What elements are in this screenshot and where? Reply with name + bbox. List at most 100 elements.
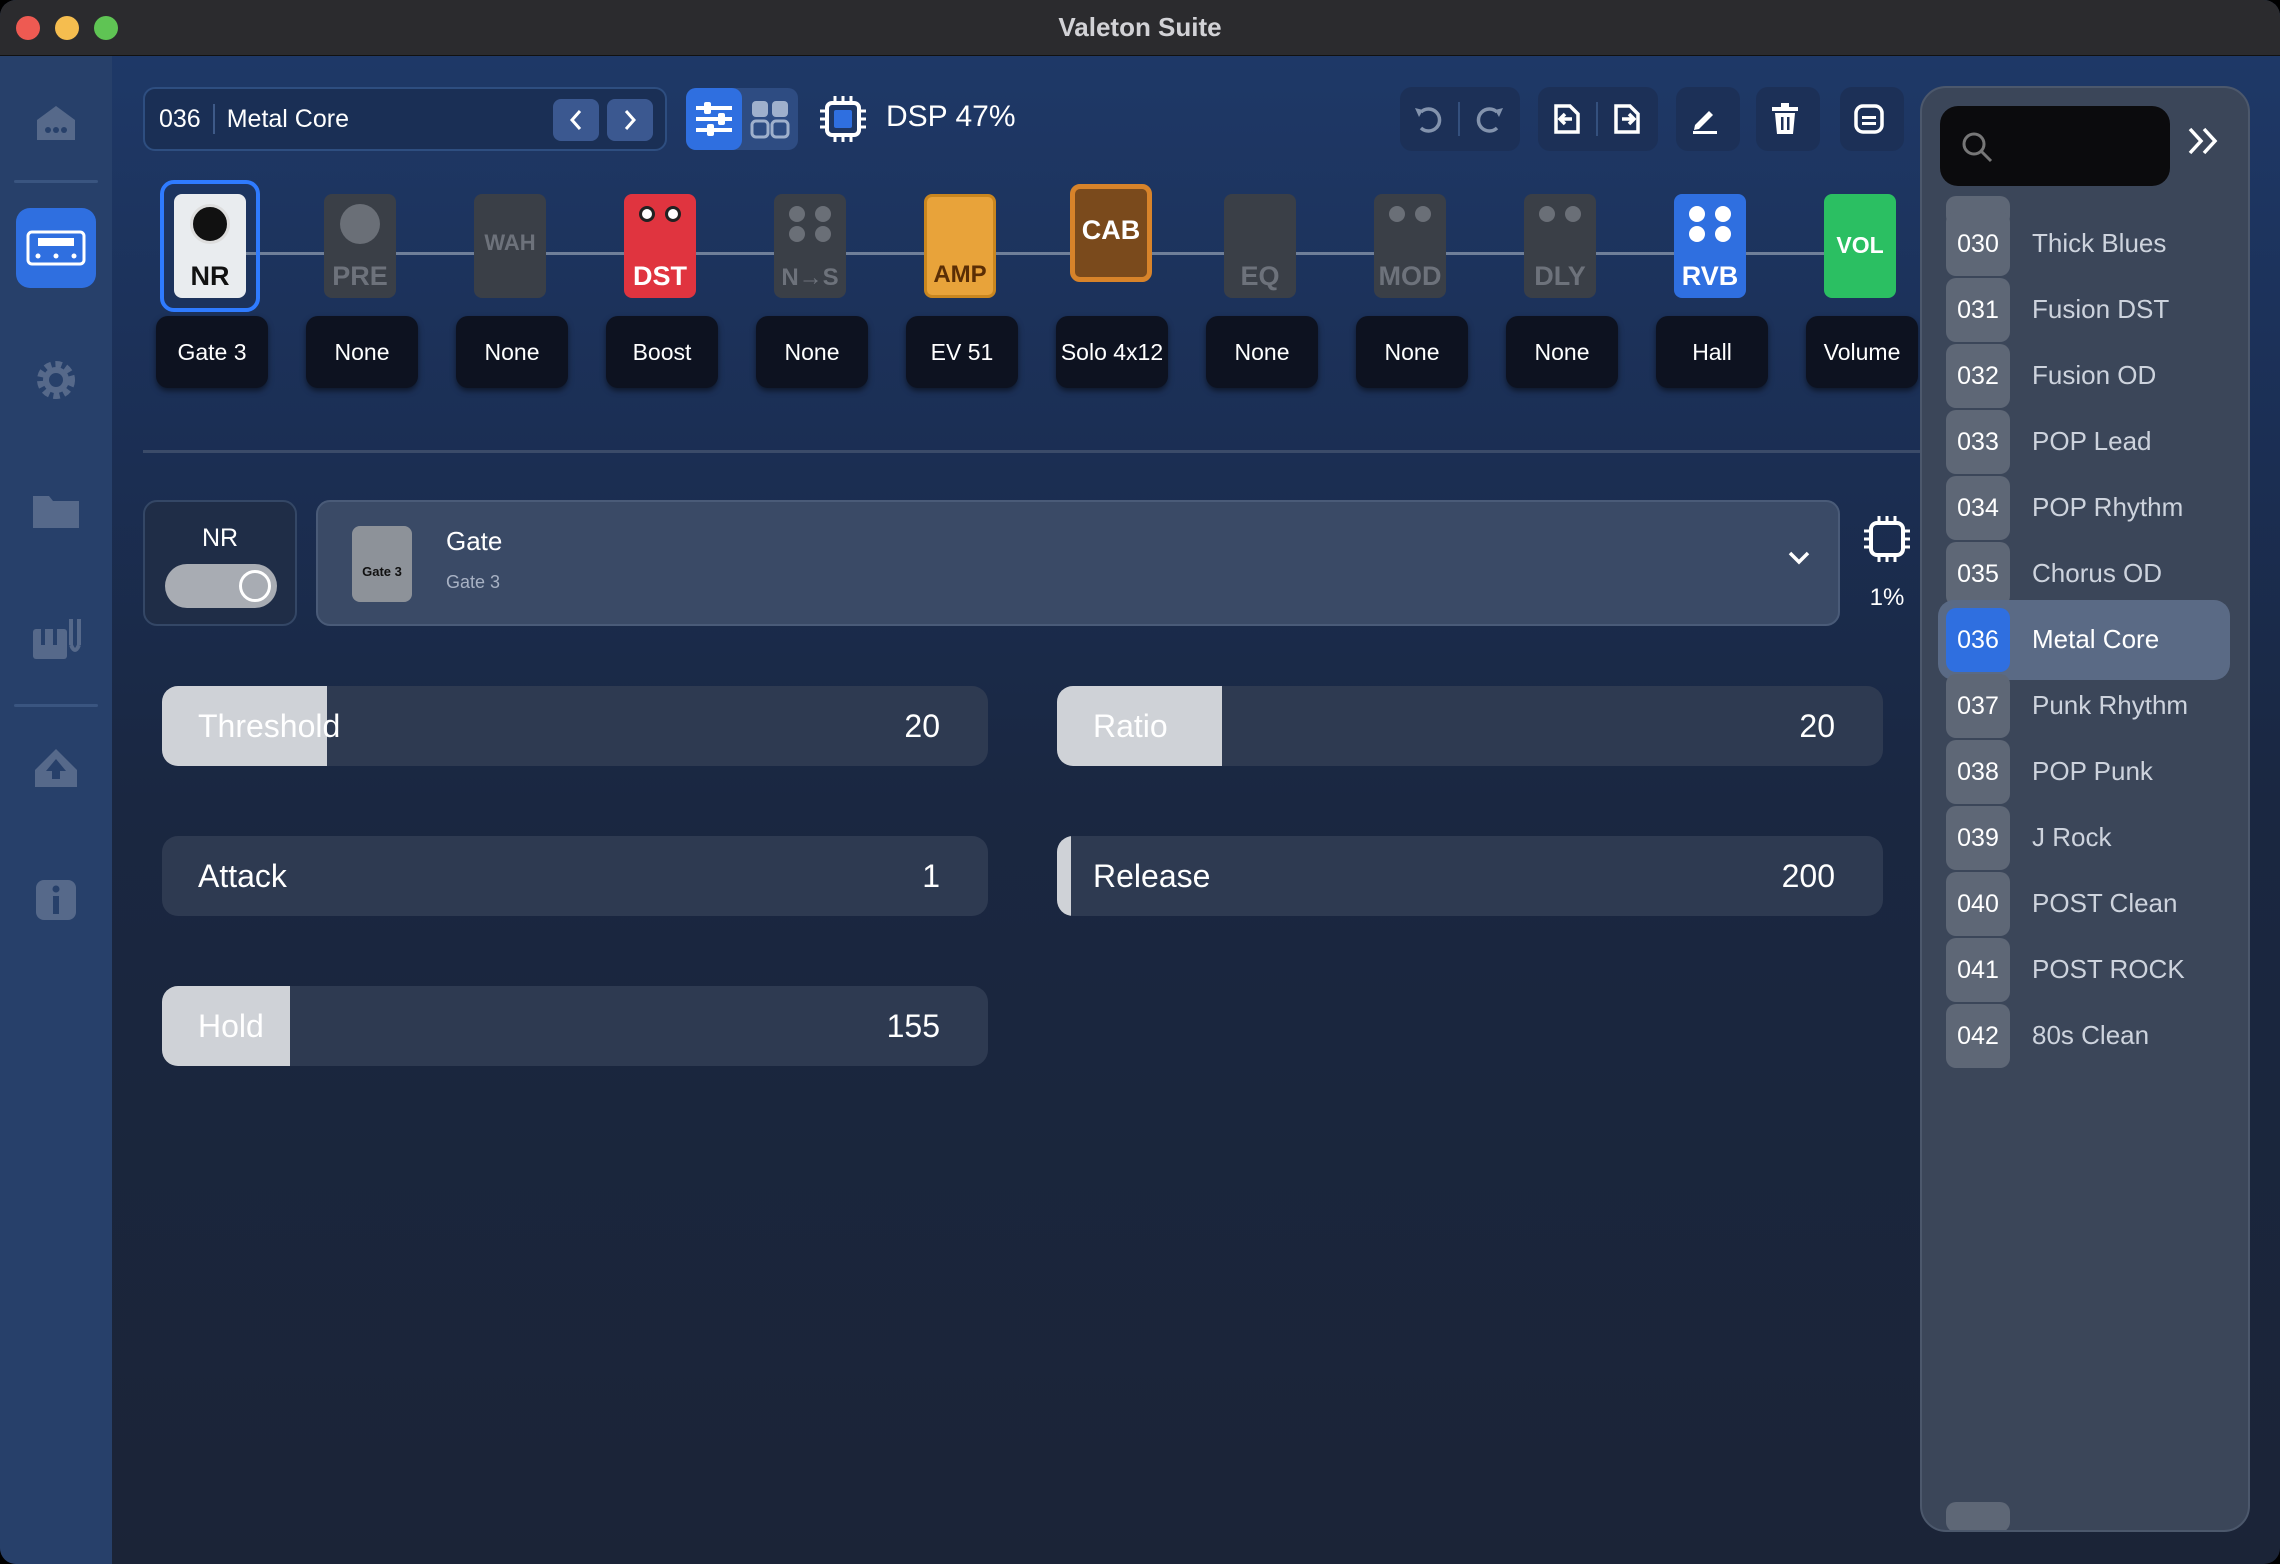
delete-button[interactable] <box>1756 87 1814 151</box>
preset-selector[interactable]: 036 Metal Core <box>143 87 667 151</box>
grid-icon <box>750 101 790 139</box>
sliders-icon <box>696 102 732 136</box>
undo-button[interactable] <box>1400 87 1458 151</box>
slider-value: 200 <box>1781 858 1835 894</box>
slider-value: 20 <box>904 708 940 744</box>
device-icon[interactable] <box>16 208 96 288</box>
delete-group <box>1756 87 1820 151</box>
collapse-panel-button[interactable] <box>2184 124 2224 163</box>
nr-pedal-icon: NR <box>174 194 246 298</box>
slot-label: None <box>756 316 868 388</box>
preset-list-name: Chorus OD <box>2032 558 2163 588</box>
preset-number-badge: 041 <box>1946 938 2010 1002</box>
sidebar <box>0 56 112 1564</box>
dsp-usage: DSP 47% <box>886 100 1016 133</box>
window-title: Valeton Suite <box>1058 12 1222 42</box>
folder-icon[interactable] <box>16 470 96 550</box>
hold-slider[interactable]: Hold 155 <box>162 986 988 1066</box>
n-to-s-pedal-icon: N→S <box>774 194 846 298</box>
preset-list-name: 80s Clean <box>2032 1020 2150 1050</box>
slot-label: None <box>306 316 418 388</box>
effect-name: Gate <box>446 526 503 556</box>
slot-label: None <box>456 316 568 388</box>
app-window: Valeton Suite 036 Metal Core DSP 47% NR … <box>0 0 2280 1564</box>
grid-view-button[interactable] <box>742 88 798 150</box>
section-divider <box>143 450 1920 453</box>
home-icon[interactable] <box>16 82 96 162</box>
mixer-icon[interactable] <box>16 598 96 678</box>
search-icon <box>1962 132 1993 163</box>
slot-label: EV 51 <box>906 316 1018 388</box>
pencil-icon <box>1693 111 1717 134</box>
rename-button[interactable] <box>1676 87 1734 151</box>
next-preset-button[interactable] <box>607 99 653 141</box>
slot-label: None <box>1206 316 1318 388</box>
gear-icon[interactable] <box>16 340 96 420</box>
slider-label: Attack <box>198 858 287 894</box>
slider-label: Ratio <box>1093 708 1168 744</box>
module-enable-box: NR <box>143 500 297 626</box>
vol-pedal-icon: VOL <box>1824 194 1896 298</box>
release-slider[interactable]: Release 200 <box>1057 836 1883 916</box>
redo-button[interactable] <box>1460 87 1518 151</box>
chevron-down-icon <box>1786 548 1812 573</box>
slider-value: 155 <box>886 1008 940 1044</box>
preset-number-badge: 037 <box>1946 674 2010 738</box>
undo-redo-group <box>1400 87 1520 151</box>
info-icon[interactable] <box>16 860 96 940</box>
search-input[interactable] <box>1940 106 2170 186</box>
preset-number-badge: 034 <box>1946 476 2010 540</box>
export-button[interactable] <box>1598 87 1656 151</box>
effect-model-dropdown[interactable]: Gate 3 Gate Gate 3 <box>316 500 1840 626</box>
preset-list-name: Metal Core <box>2032 624 2160 654</box>
maximize-window-button[interactable] <box>94 16 118 40</box>
threshold-slider[interactable]: Threshold 20 <box>162 686 988 766</box>
module-dsp-usage: 1% <box>1869 584 1905 611</box>
preset-list-name: J Rock <box>2032 822 2112 852</box>
eq-pedal-icon: EQ <box>1224 194 1296 298</box>
preset-number-badge: 033 <box>1946 410 2010 474</box>
preset-number-badge: 032 <box>1946 344 2010 408</box>
minimize-window-button[interactable] <box>55 16 79 40</box>
slot-label: None <box>1506 316 1618 388</box>
chevron-left-icon <box>569 110 582 130</box>
chip-icon <box>1862 514 1912 569</box>
preset-list-item[interactable]: 042 80s Clean <box>1938 996 2230 1076</box>
rvb-pedal-icon: RVB <box>1674 194 1746 298</box>
gate-pedal-thumbnail: Gate 3 <box>352 526 412 602</box>
preset-number-badge: 039 <box>1946 806 2010 870</box>
double-chevron-right-icon <box>2188 127 2218 155</box>
signal-chain-line <box>210 252 1860 255</box>
preset-list-name: POP Lead <box>2032 426 2152 456</box>
module-enable-toggle[interactable] <box>165 564 277 608</box>
save-button[interactable] <box>1840 87 1898 151</box>
close-window-button[interactable] <box>16 16 40 40</box>
export-icon <box>1614 104 1640 134</box>
previous-preset-button[interactable] <box>553 99 599 141</box>
attack-slider[interactable]: Attack 1 <box>162 836 988 916</box>
slider-label: Release <box>1093 858 1211 894</box>
amp-pedal-icon: AMP <box>924 194 996 298</box>
preset-number-badge: 040 <box>1946 872 2010 936</box>
slider-value: 1 <box>922 858 940 894</box>
trash-icon <box>1772 103 1798 134</box>
preset-list-name: POST Clean <box>2032 888 2178 918</box>
redo-icon <box>1476 107 1503 133</box>
slot-label: Hall <box>1656 316 1768 388</box>
import-button[interactable] <box>1538 87 1596 151</box>
chip-icon <box>818 94 868 149</box>
preset-number-badge: 035 <box>1946 542 2010 606</box>
preset-list-name: Thick Blues <box>2032 228 2167 258</box>
preset-list-name: Fusion OD <box>2032 360 2157 390</box>
preset-number-badge: 036 <box>1946 608 2010 672</box>
ratio-slider[interactable]: Ratio 20 <box>1057 686 1883 766</box>
save-group <box>1840 87 1904 151</box>
mod-pedal-icon: MOD <box>1374 194 1446 298</box>
preset-list-name: Punk Rhythm <box>2032 690 2189 720</box>
slider-label: Threshold <box>198 708 341 744</box>
upload-icon[interactable] <box>16 730 96 810</box>
pre-pedal-icon: PRE <box>324 194 396 298</box>
sliders-view-button[interactable] <box>686 88 742 150</box>
slot-label: Gate 3 <box>156 316 268 388</box>
preset-list-name: POP Punk <box>2032 756 2153 786</box>
